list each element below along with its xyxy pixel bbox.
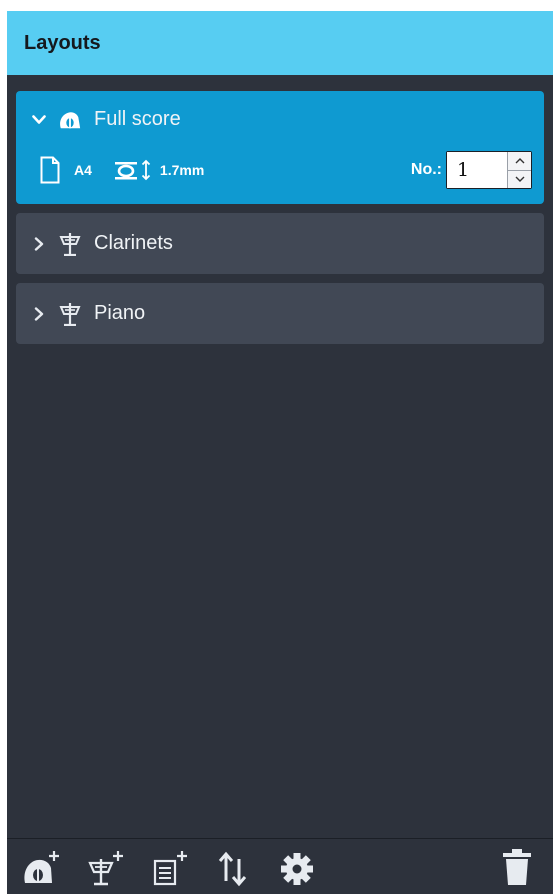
settings-button[interactable] (273, 843, 321, 891)
add-part-button[interactable] (81, 843, 129, 891)
part-icon (58, 302, 82, 326)
settings-gear-icon (281, 852, 313, 885)
layout-item-piano[interactable]: Piano (16, 283, 544, 344)
panel-header: Layouts (7, 11, 553, 75)
layout-item-full-score[interactable]: Full score A4 1.7mm No.: (16, 91, 544, 204)
layout-item-clarinets[interactable]: Clarinets (16, 213, 544, 274)
add-full-score-button[interactable] (17, 843, 65, 891)
layout-label: Clarinets (94, 232, 173, 254)
layout-label: Piano (94, 302, 146, 324)
full-score-icon (58, 108, 82, 132)
add-full-score-icon (24, 850, 59, 883)
layouts-list: Full score A4 1.7mm No.: 1 Clarinets Pia… (7, 75, 553, 344)
layout-number-stepper[interactable] (446, 151, 532, 189)
page-icon (40, 156, 60, 184)
part-icon (58, 232, 82, 256)
layout-item-header[interactable]: Full score (16, 91, 544, 148)
chevron-right-icon[interactable] (32, 306, 46, 321)
page-size[interactable]: A4 (74, 162, 92, 178)
trash-icon (503, 848, 531, 885)
stepper-up-button[interactable] (508, 152, 531, 170)
add-part-icon (88, 850, 123, 885)
chevron-down-icon[interactable] (32, 113, 46, 127)
add-custom-layout-icon (153, 850, 187, 885)
add-custom-layout-button[interactable] (145, 843, 193, 891)
panel-title: Layouts (24, 31, 101, 54)
layout-label: Full score (94, 108, 181, 130)
staff-size-icon (114, 159, 151, 181)
layout-details: A4 1.7mm No.: (16, 148, 544, 192)
sort-button[interactable] (209, 843, 257, 891)
sort-icon (218, 851, 247, 886)
staff-size-value[interactable]: 1.7mm (160, 162, 204, 178)
layout-number-input[interactable] (447, 152, 507, 188)
layouts-toolbar (7, 838, 553, 894)
layouts-panel: Layouts Full score A4 1.7mm No.: 1 Clari… (7, 11, 553, 894)
delete-button[interactable] (493, 843, 541, 891)
stepper-down-button[interactable] (508, 169, 531, 188)
stepper-buttons (507, 152, 531, 188)
number-label: No.: (410, 161, 442, 178)
chevron-right-icon[interactable] (32, 236, 46, 251)
